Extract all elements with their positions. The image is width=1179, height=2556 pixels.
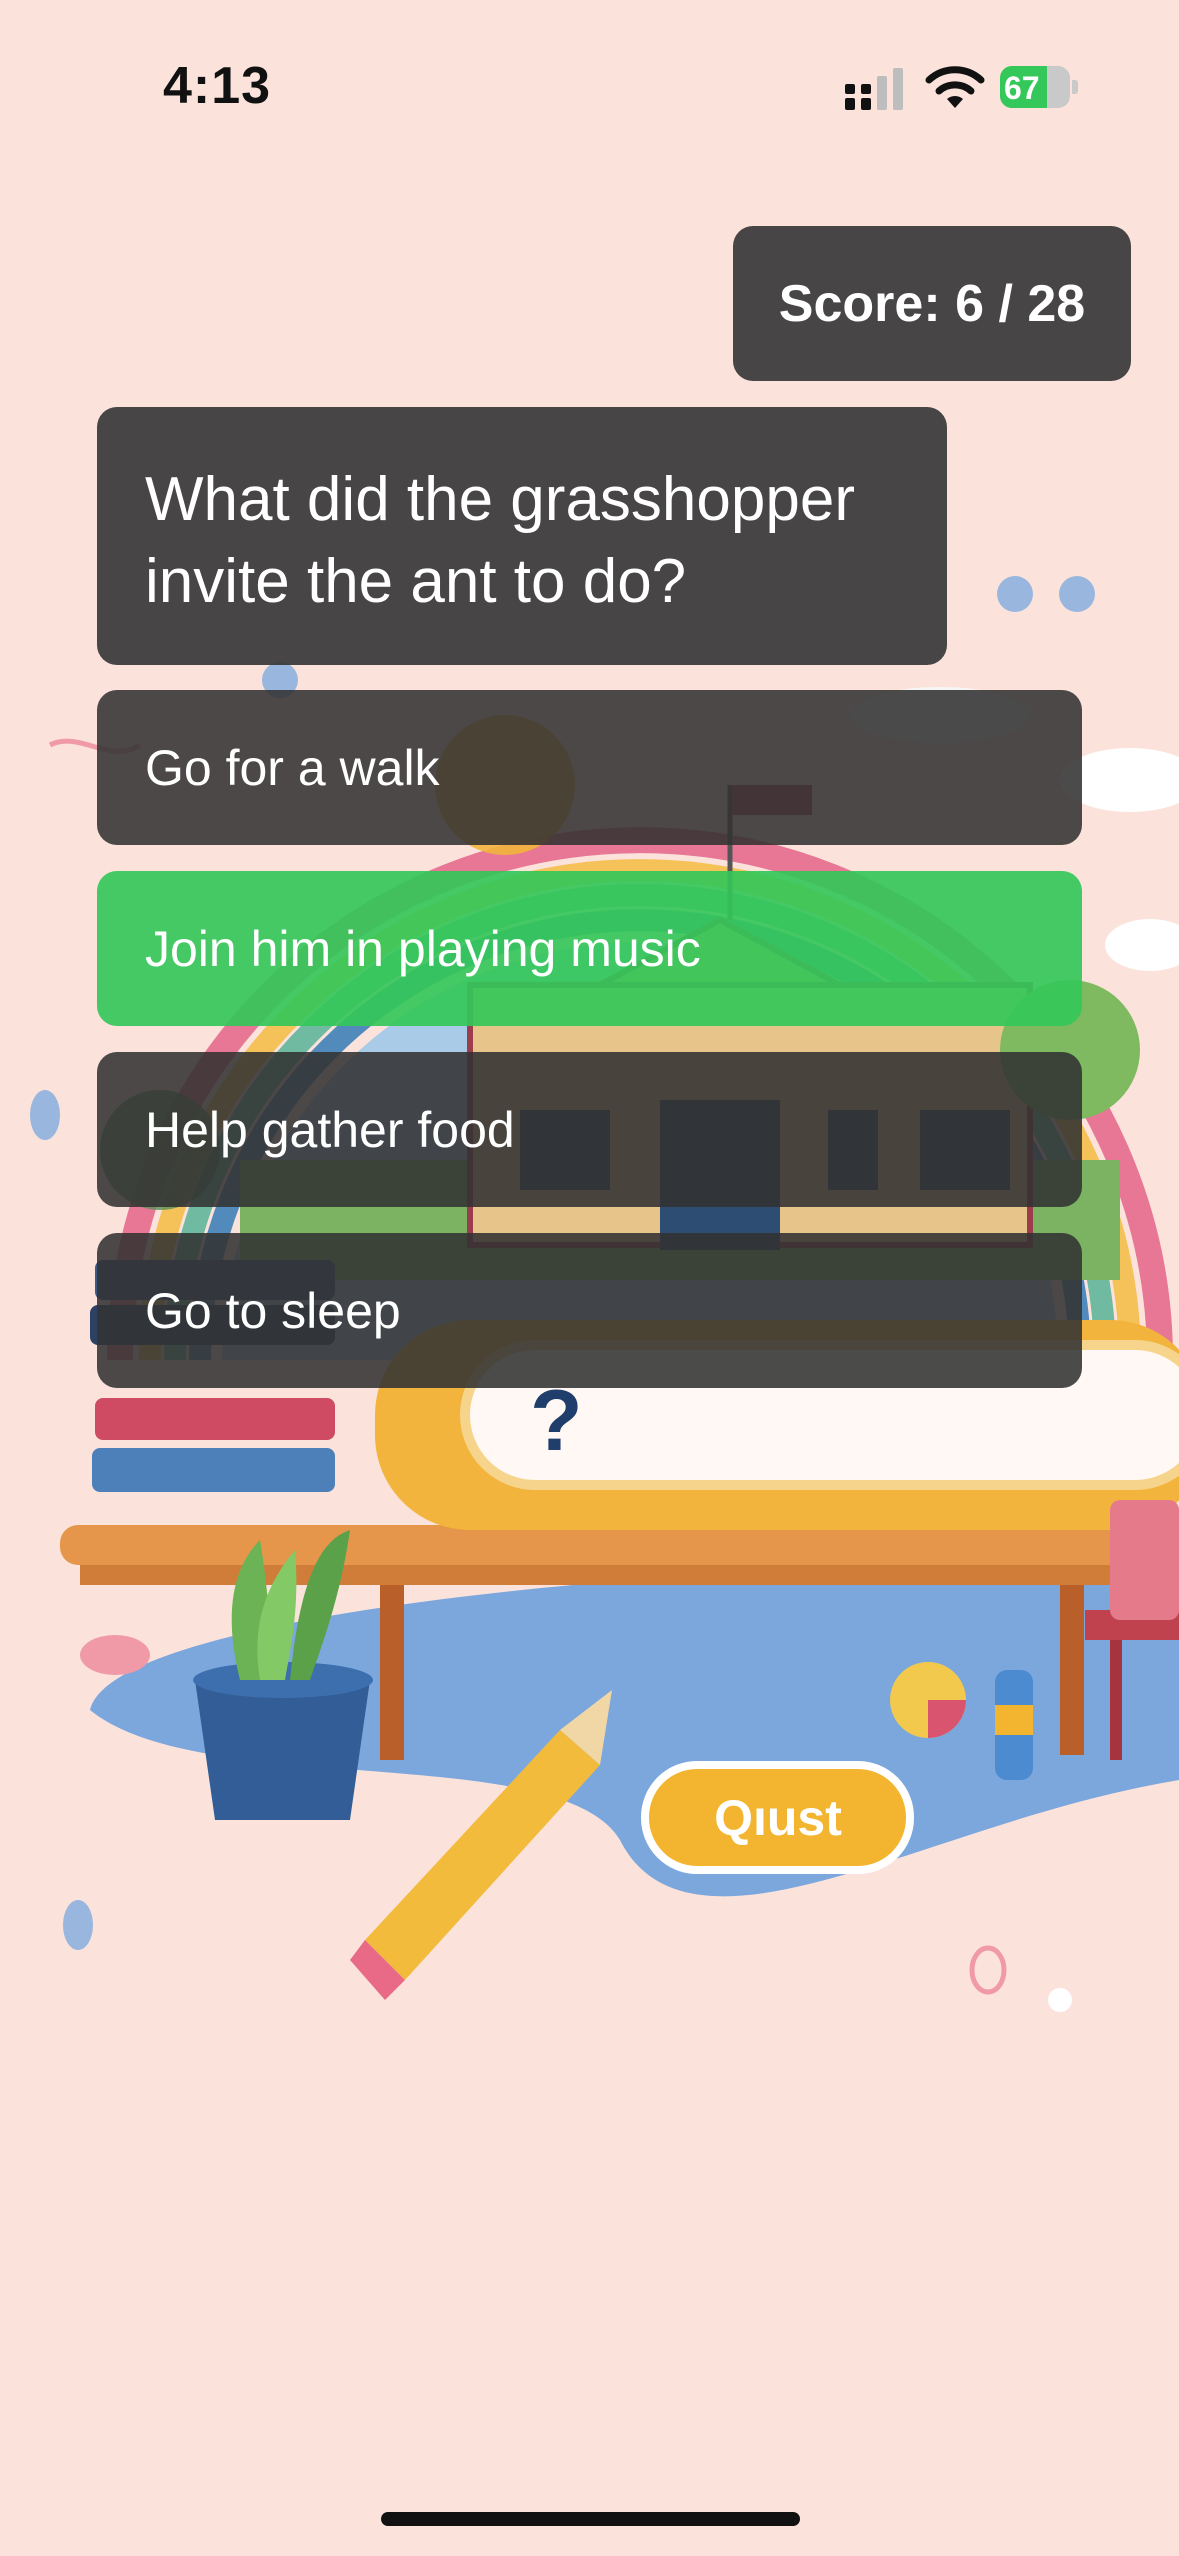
quest-button-text: Qıust — [714, 1790, 842, 1846]
score-badge: Score: 6 / 28 — [733, 226, 1131, 381]
status-time: 4:13 — [163, 57, 272, 115]
answer-option-4[interactable]: Go to sleep — [97, 1233, 1082, 1388]
answer-option-3[interactable]: Help gather food — [97, 1052, 1082, 1207]
wifi-icon — [925, 66, 985, 108]
answer-option-2[interactable]: Join him in playing music — [97, 871, 1082, 1026]
battery-charging-icon: 67 — [1000, 66, 1078, 108]
battery-percent: 67 — [1004, 70, 1040, 106]
signal-icon — [845, 68, 903, 110]
question-text: What did the grasshopper invite the ant … — [97, 407, 947, 665]
home-indicator — [381, 2512, 800, 2526]
answer-option-1[interactable]: Go for a walk — [97, 690, 1082, 845]
